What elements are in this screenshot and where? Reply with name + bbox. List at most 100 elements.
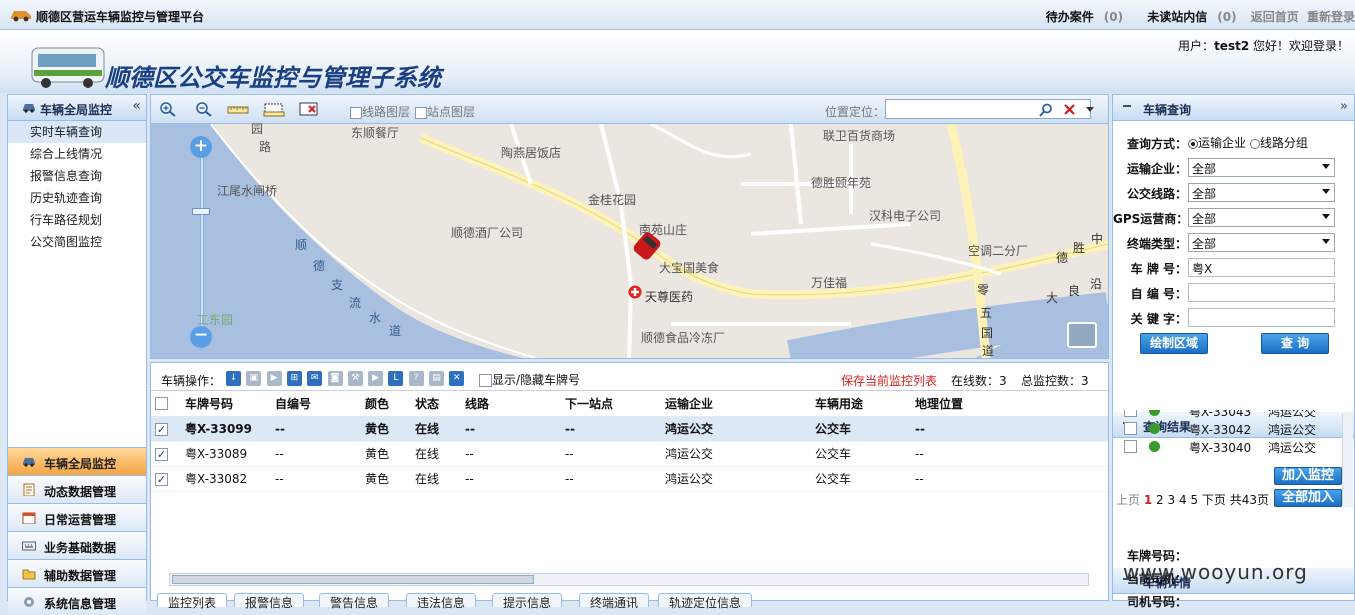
tab-3[interactable]: 违法信息 xyxy=(406,593,477,610)
nav-realtime-query[interactable]: 实时车辆查询 xyxy=(8,121,146,143)
nav-alarm-query[interactable]: 报警信息查询 xyxy=(8,165,146,187)
area-measure-icon[interactable] xyxy=(263,101,285,117)
vehicle-marker-icon[interactable] xyxy=(627,228,667,264)
horizontal-scrollbar[interactable] xyxy=(169,573,1089,586)
toggle-plate-checkbox[interactable]: 显示/隐藏车牌号 xyxy=(479,371,580,388)
clear-search-icon[interactable] xyxy=(1063,103,1076,116)
home-link[interactable]: 返回首页 xyxy=(1251,10,1299,24)
result-checkbox[interactable] xyxy=(1124,410,1137,417)
pager-page[interactable]: 2 xyxy=(1156,493,1164,507)
column-header[interactable]: 地理位置 xyxy=(915,391,1108,417)
pager-page[interactable]: 4 xyxy=(1179,493,1187,507)
select-all-checkbox[interactable] xyxy=(155,397,168,411)
tab-1[interactable]: 报警信息 xyxy=(234,593,305,610)
station-layer-checkbox[interactable]: 站点图层 xyxy=(415,103,475,120)
tab-4[interactable]: 提示信息 xyxy=(492,593,563,610)
download-icon[interactable]: ↓ xyxy=(226,371,241,386)
collapse-left-button[interactable]: « xyxy=(132,98,141,114)
camera-icon[interactable]: ◙ xyxy=(327,371,343,386)
tab-0[interactable]: 监控列表 xyxy=(157,593,228,610)
grid-icon[interactable]: ⊞ xyxy=(286,371,302,386)
draw-area-button[interactable]: 绘制区域 xyxy=(1140,333,1208,354)
result-checkbox[interactable] xyxy=(1124,422,1137,435)
terminal-select[interactable]: 全部 xyxy=(1188,233,1335,252)
method-route-radio[interactable]: 线路分组 xyxy=(1249,136,1308,150)
pager-prev[interactable]: 上页 xyxy=(1116,493,1140,507)
collapse-right-button[interactable]: » xyxy=(1340,99,1348,114)
fullscreen-icon[interactable] xyxy=(1067,322,1097,348)
column-header[interactable]: 颜色 xyxy=(365,391,415,417)
route-select[interactable]: 全部 xyxy=(1188,183,1335,202)
zoom-minus-icon[interactable]: − xyxy=(190,326,212,348)
save-monitor-list-link[interactable]: 保存当前监控列表 xyxy=(841,372,937,389)
locate-input[interactable] xyxy=(885,99,1091,119)
section-daily-ops[interactable]: 日常运营管理 xyxy=(8,503,146,531)
results-scrollbar[interactable] xyxy=(1342,413,1353,507)
unread-messages-link[interactable]: 未读站内信 (0) xyxy=(1137,10,1236,24)
zoom-out-icon[interactable] xyxy=(195,101,213,117)
add-monitor-button[interactable]: 加入监控 xyxy=(1274,467,1342,485)
scrollbar-thumb[interactable] xyxy=(172,575,534,584)
section-aux-data[interactable]: 辅助数据管理 xyxy=(8,559,146,587)
lock-icon[interactable]: ▣ xyxy=(246,371,262,386)
pager-page[interactable]: 3 xyxy=(1168,493,1176,507)
nav-history-track[interactable]: 历史轨迹查询 xyxy=(8,187,146,209)
pager-page[interactable]: 5 xyxy=(1190,493,1198,507)
table-row[interactable]: ✓ 粤X-33099 -- 黄色 在线 -- -- 鸿运公交 公交车 -- xyxy=(151,416,1108,442)
section-vehicle-monitor[interactable]: 车辆全局监控 xyxy=(8,447,146,475)
keyword-input[interactable] xyxy=(1188,308,1335,327)
add-all-button[interactable]: 全部加入 xyxy=(1274,489,1342,507)
query-button[interactable]: 查 询 xyxy=(1261,333,1329,354)
plate-input[interactable]: 粤X xyxy=(1188,258,1335,277)
column-header[interactable]: 车牌号码 xyxy=(185,391,275,417)
column-header[interactable]: 下一站点 xyxy=(565,391,665,417)
nav-bus-diagram[interactable]: 公交简图监控 xyxy=(8,231,146,253)
company-select[interactable]: 全部 xyxy=(1188,158,1335,177)
close-icon[interactable]: ✕ xyxy=(449,371,465,386)
row-checkbox[interactable]: ✓ xyxy=(155,422,168,436)
nav-route-plan[interactable]: 行车路径规划 xyxy=(8,209,146,231)
gps-select[interactable]: 全部 xyxy=(1188,208,1335,227)
relogin-link[interactable]: 重新登录 xyxy=(1307,10,1355,24)
tab-2[interactable]: 警告信息 xyxy=(319,593,390,610)
route-layer-checkbox[interactable]: 线路图层 xyxy=(350,103,410,120)
play-icon[interactable]: ▶ xyxy=(266,371,282,386)
search-icon[interactable] xyxy=(1039,103,1053,117)
clear-icon[interactable] xyxy=(299,101,319,117)
table-row[interactable]: ✓ 粤X-33089 -- 黄色 在线 -- -- 鸿运公交 公交车 -- xyxy=(151,441,1108,467)
zoom-in-icon[interactable] xyxy=(159,101,177,117)
tab-5[interactable]: 终端通讯 xyxy=(579,593,650,610)
ruler-icon[interactable] xyxy=(227,101,249,117)
row-checkbox[interactable]: ✓ xyxy=(155,447,168,461)
section-basic-data[interactable]: 业务基础数据 xyxy=(8,531,146,559)
column-header[interactable]: 状态 xyxy=(415,391,465,417)
wrench-icon[interactable]: ⚒ xyxy=(347,371,363,386)
column-header[interactable]: 线路 xyxy=(465,391,565,417)
selfno-input[interactable] xyxy=(1188,283,1335,302)
mail-icon[interactable]: ✉ xyxy=(307,371,323,386)
method-company-radio[interactable]: 运输企业 xyxy=(1188,136,1246,150)
help-icon[interactable]: ? xyxy=(408,371,424,386)
row-checkbox[interactable]: ✓ xyxy=(155,472,168,486)
zoom-handle[interactable] xyxy=(192,208,210,215)
map-canvas[interactable]: + − 东顺餐厅 联卫百货商场 陶燕居饭店 江尾水闸桥 金桂花园 德胜颐年苑 汉… xyxy=(151,122,1108,358)
column-header[interactable]: 车辆用途 xyxy=(815,391,915,417)
result-row[interactable]: 粤X-33043 鸿运公交 xyxy=(1113,410,1341,419)
minus-icon[interactable] xyxy=(1123,105,1131,107)
section-system-info[interactable]: 系统信息管理 xyxy=(8,587,146,615)
result-row[interactable]: 粤X-33042 鸿运公交 xyxy=(1113,420,1341,437)
section-dynamic-data[interactable]: 动态数据管理 xyxy=(8,475,146,503)
zoom-plus-icon[interactable]: + xyxy=(190,136,212,158)
column-header[interactable]: 运输企业 xyxy=(665,391,815,417)
tab-6[interactable]: 轨迹定位信息 xyxy=(658,593,753,610)
result-row[interactable]: 粤X-33040 鸿运公交 xyxy=(1113,438,1341,455)
result-checkbox[interactable] xyxy=(1124,440,1137,453)
document-icon[interactable]: ▤ xyxy=(429,371,444,386)
pager-next[interactable]: 下页 xyxy=(1202,493,1226,507)
table-row[interactable]: ✓ 粤X-33082 -- 黄色 在线 -- -- 鸿运公交 公交车 -- xyxy=(151,466,1108,492)
led-icon[interactable]: L xyxy=(388,371,404,386)
nav-online-overview[interactable]: 综合上线情况 xyxy=(8,143,146,165)
column-header[interactable]: 自编号 xyxy=(275,391,365,417)
pending-cases-link[interactable]: 待办案件 (0) xyxy=(1036,10,1123,24)
video-icon[interactable]: ▶ xyxy=(368,371,384,386)
